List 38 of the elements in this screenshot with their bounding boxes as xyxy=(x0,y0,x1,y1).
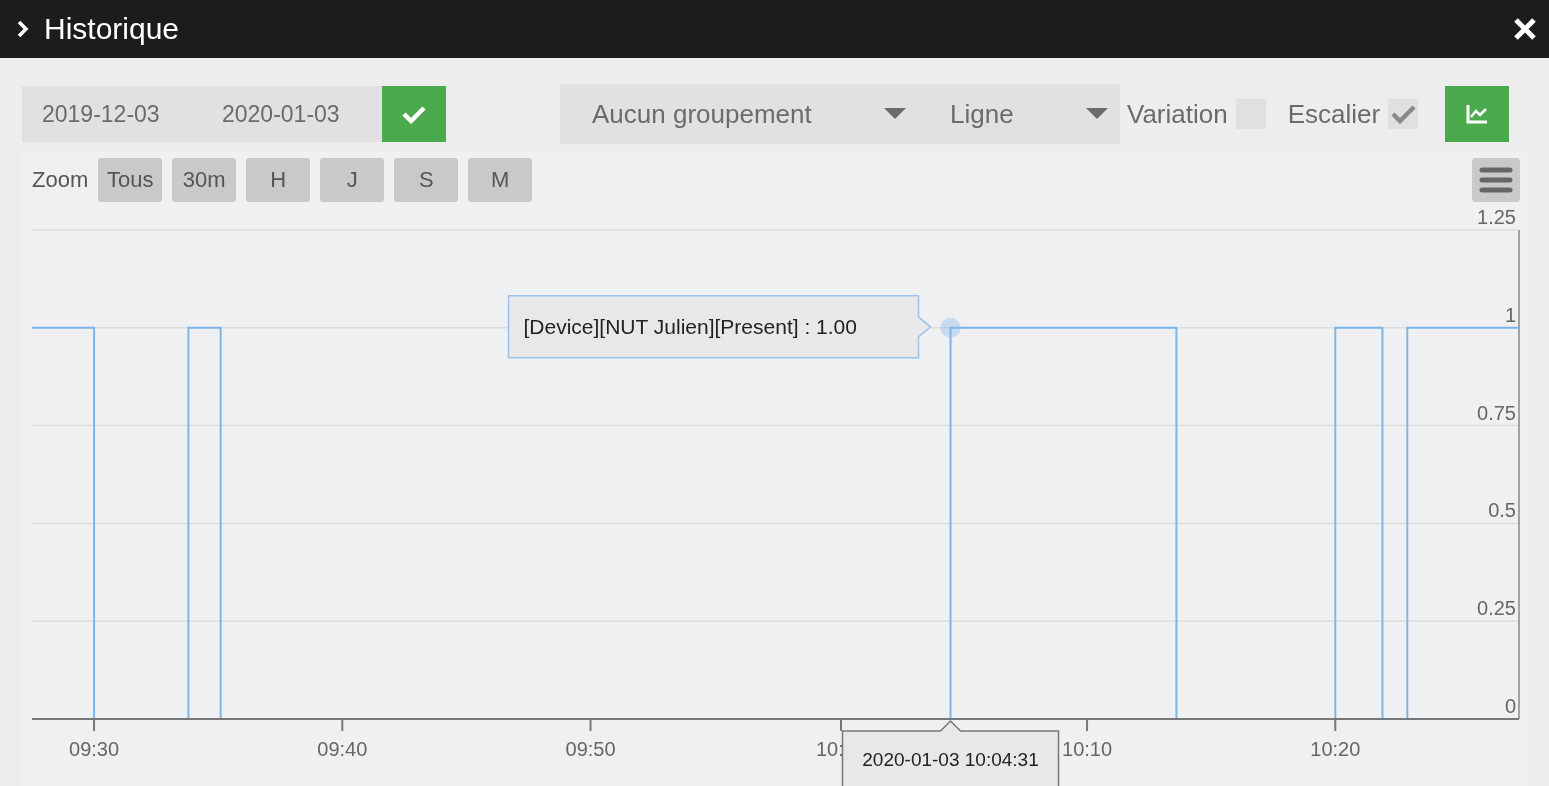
series-tooltip: [Device][NUT Julien][Present] : 1.00 xyxy=(507,295,932,359)
y-tick-label: 0.5 xyxy=(1488,499,1516,522)
y-tick-label: 1.25 xyxy=(1477,207,1516,228)
x-tick-label: 09:50 xyxy=(565,738,616,760)
caret-down-icon xyxy=(884,108,906,120)
chevron-right-icon xyxy=(16,19,30,39)
y-tick-label: 0.25 xyxy=(1477,597,1516,620)
hover-point xyxy=(940,317,961,338)
zoom-button[interactable]: 30m xyxy=(172,157,237,202)
zoom-button[interactable]: H xyxy=(246,157,311,202)
check-icon xyxy=(401,104,427,124)
zoom-button[interactable]: S xyxy=(394,157,459,202)
option-label: Variation xyxy=(1127,98,1228,130)
y-tick-label: 0.75 xyxy=(1477,401,1516,424)
y-tick-label: 1 xyxy=(1504,303,1516,326)
grouping-select[interactable]: Aucun groupement xyxy=(560,84,918,144)
y-tick-label: 0 xyxy=(1504,695,1516,717)
chart-type-select[interactable]: Ligne xyxy=(918,84,1120,144)
crosshair-label: 2020-01-03 10:04:31 xyxy=(841,719,1060,786)
menu-button[interactable] xyxy=(1472,157,1520,202)
zoom-button[interactable]: Tous xyxy=(98,157,163,202)
caret-down-icon xyxy=(1086,108,1108,120)
date-range-field[interactable]: 2019-12-03 2020-01-03 xyxy=(22,86,382,142)
line-chart-icon xyxy=(1465,103,1490,125)
x-tick-label: 10:10 xyxy=(1062,738,1113,760)
zoom-label: Zoom xyxy=(32,166,89,193)
x-tick-label: 10: xyxy=(816,738,844,760)
x-tick-label: 09:30 xyxy=(69,738,120,760)
zoom-button[interactable]: M xyxy=(468,157,533,202)
chart-button[interactable] xyxy=(1445,86,1510,142)
x-tick-label: 10:20 xyxy=(1310,738,1361,760)
zoom-button[interactable]: J xyxy=(320,157,385,202)
x-tick-label: 09:40 xyxy=(317,738,368,760)
checkbox[interactable] xyxy=(1388,99,1419,129)
window-title: Historique xyxy=(44,12,181,46)
close-icon[interactable] xyxy=(1513,17,1537,41)
apply-button[interactable] xyxy=(382,86,446,142)
option-label: Escalier xyxy=(1287,98,1381,130)
